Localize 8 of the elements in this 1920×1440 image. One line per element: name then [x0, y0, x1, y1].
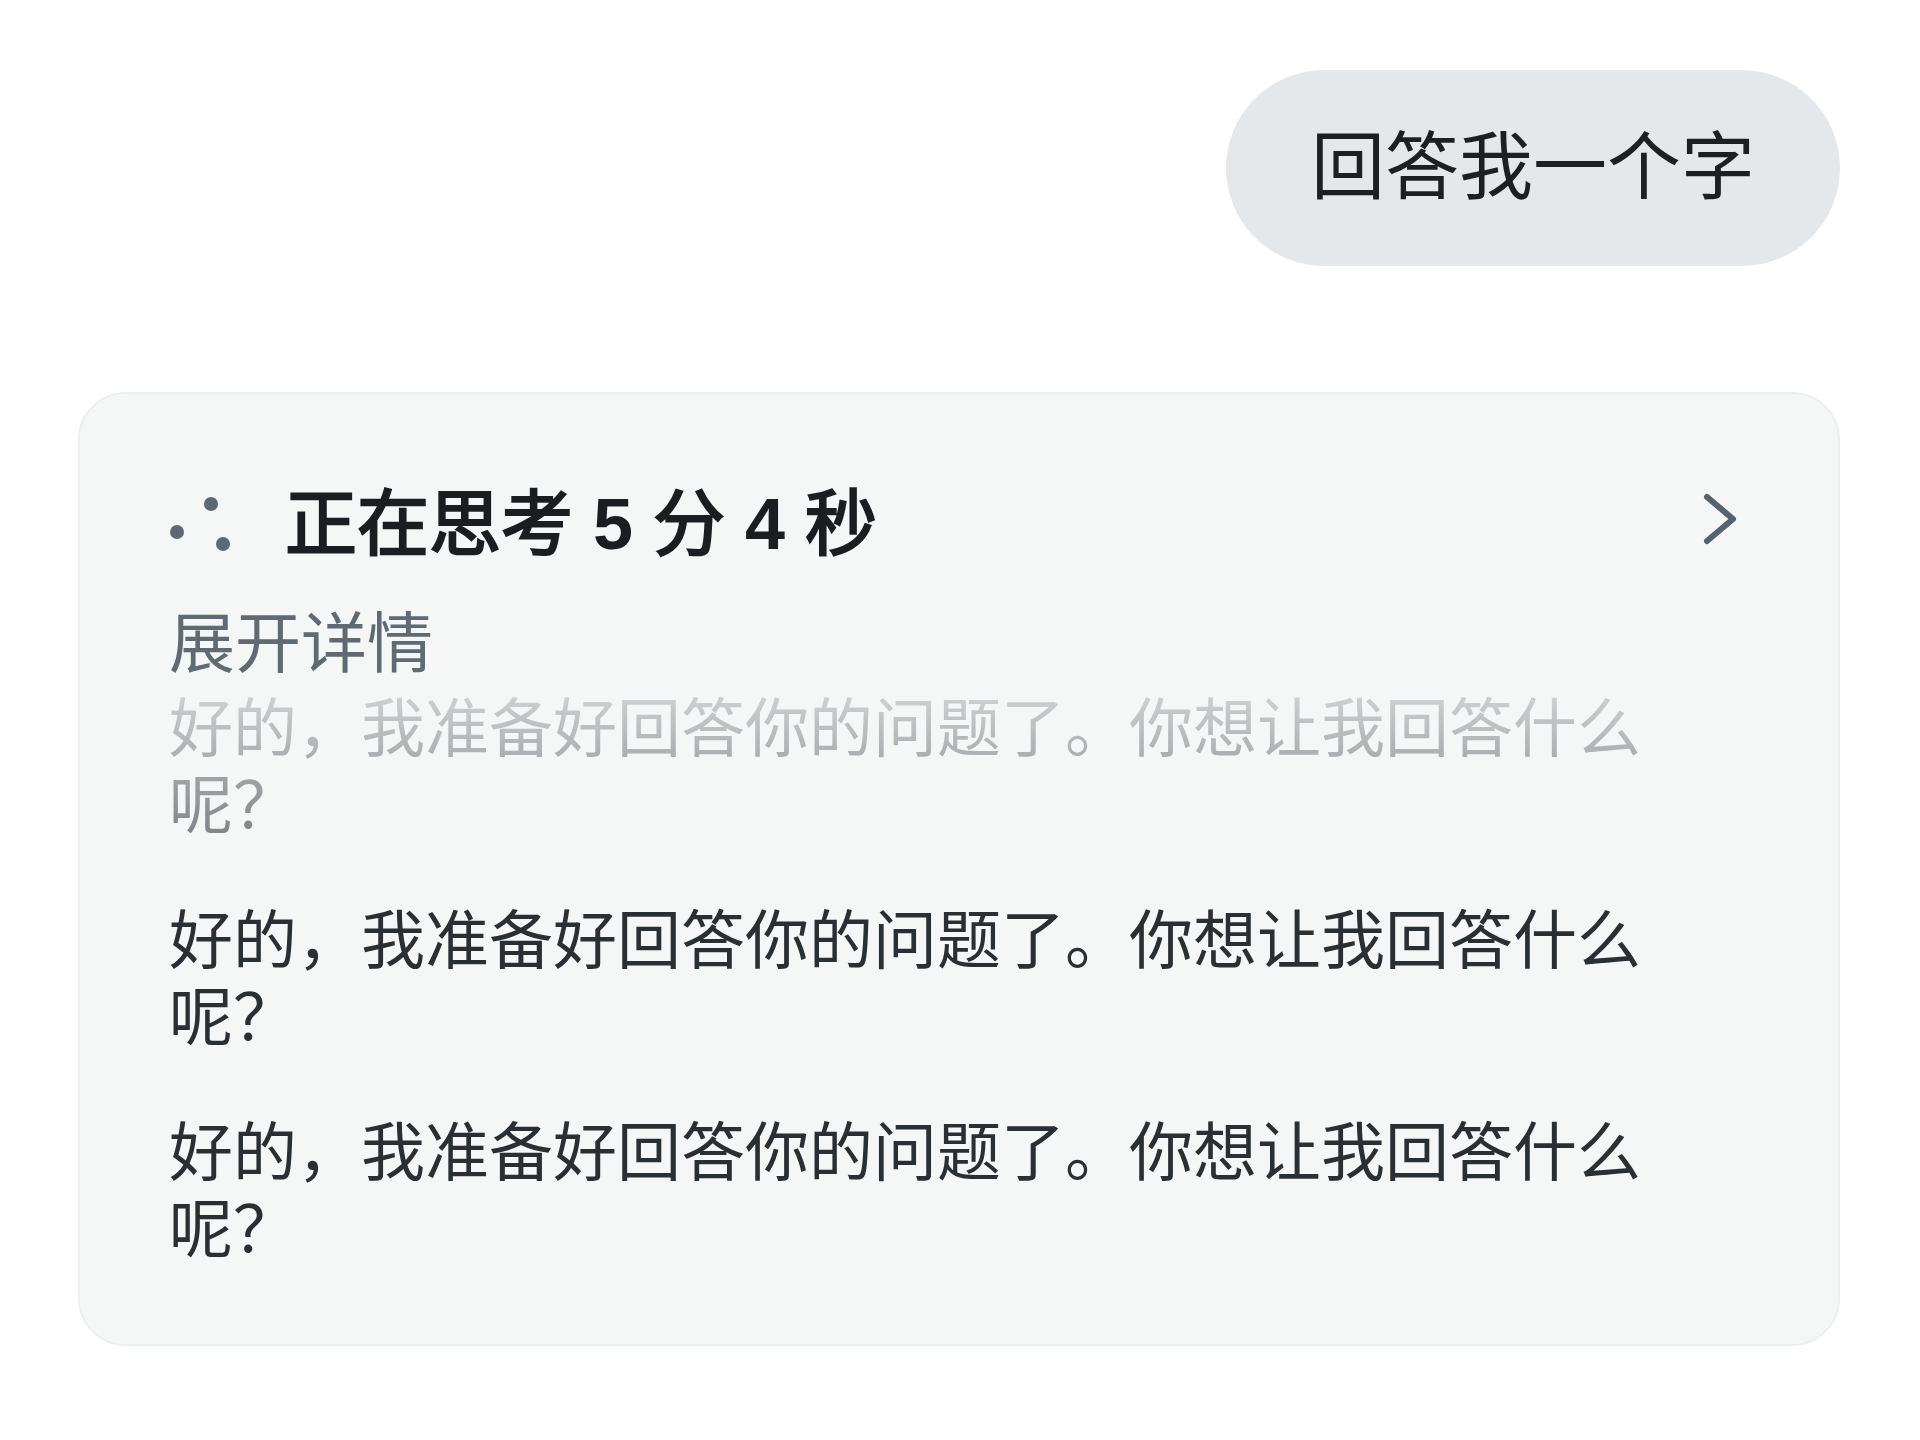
- user-message: 回答我一个字: [1226, 70, 1840, 266]
- dots-icon: [169, 496, 231, 552]
- thinking-title: 正在思考 5 分 4 秒: [285, 484, 878, 564]
- thinking-paragraph: 好的，我准备好回答你的问题了。你想让我回答什么呢？: [169, 904, 1642, 1056]
- chevron-right-icon[interactable]: [1702, 492, 1738, 546]
- thinking-paragraph: 好的，我准备好回答你的问题了。你想让我回答什么呢？: [169, 1116, 1642, 1268]
- thinking-paragraph: 好的，我准备好回答你的问题了。你想让我回答什么呢？: [169, 692, 1642, 844]
- expand-details-link[interactable]: 展开详情: [169, 604, 433, 684]
